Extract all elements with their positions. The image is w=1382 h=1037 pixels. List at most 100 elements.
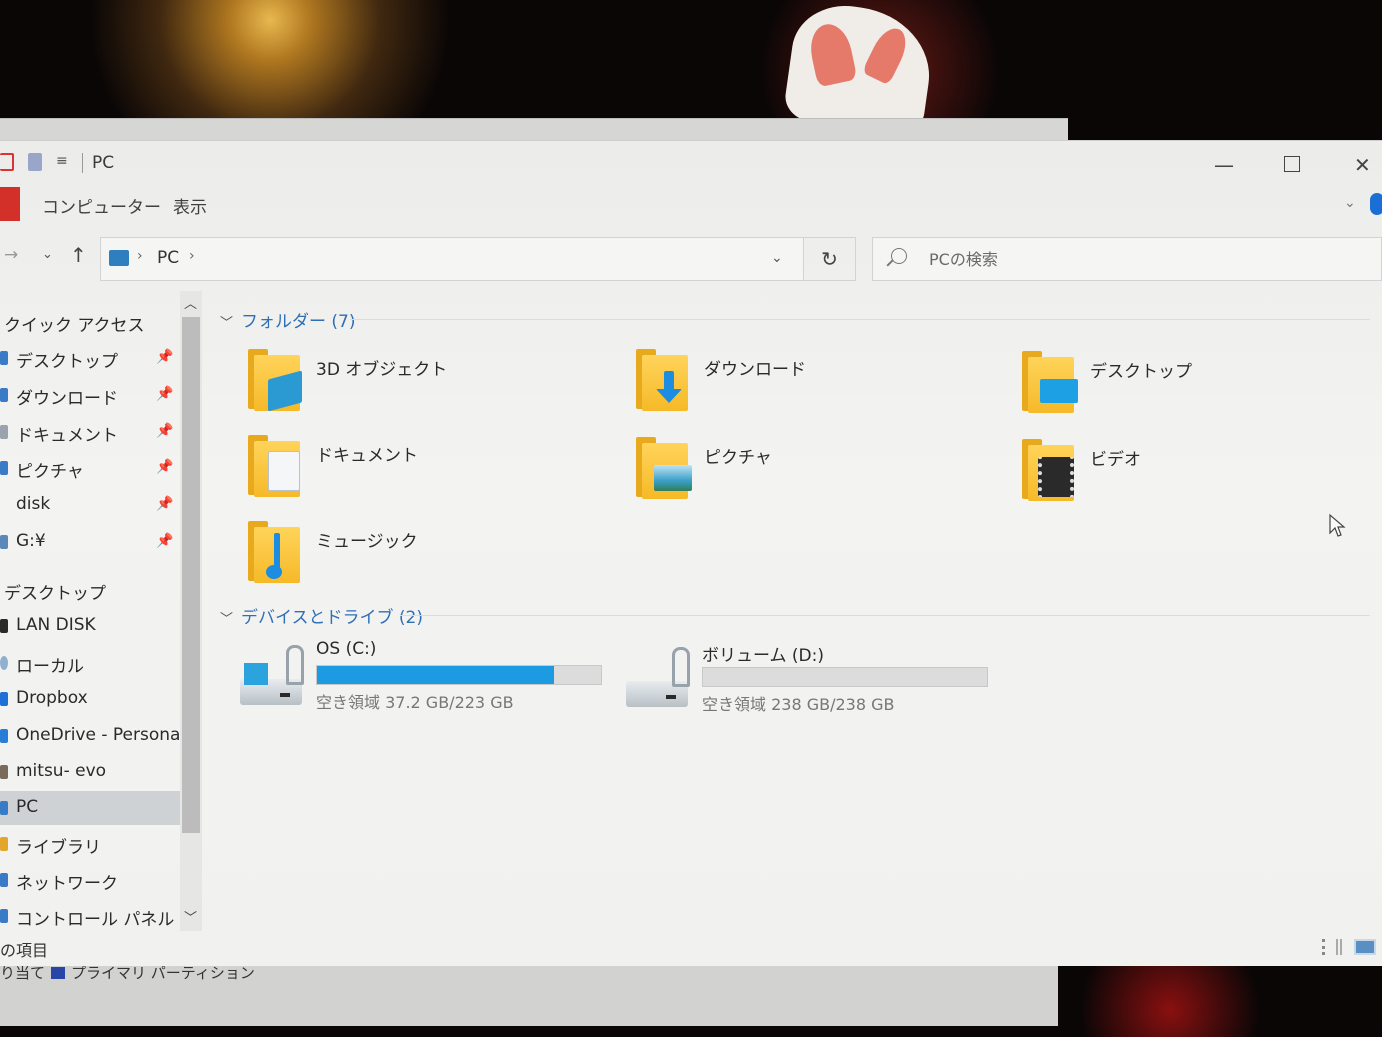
sidebar-item-pc[interactable]: PC xyxy=(0,791,180,825)
sidebar-item-local[interactable]: ローカル xyxy=(0,646,180,680)
sidebar-item-pictures[interactable]: ピクチャ 📌 xyxy=(0,451,180,485)
drive-free-space: 空き領域 37.2 GB/223 GB xyxy=(316,693,514,712)
status-item-count: の項目 xyxy=(0,941,49,960)
control-panel-icon xyxy=(0,909,8,923)
nas-icon xyxy=(0,619,8,633)
sidebar-item-label: ライブラリ xyxy=(16,838,101,858)
ribbon-expand-chevron-icon[interactable]: ⌄ xyxy=(1344,195,1356,211)
desktop-icon xyxy=(1022,349,1080,413)
sidebar-item-downloads[interactable]: ダウンロード 📌 xyxy=(0,378,180,412)
recent-locations-chevron-icon[interactable]: ⌄ xyxy=(42,247,53,262)
drive-free-space: 空き領域 238 GB/238 GB xyxy=(702,695,895,714)
search-box[interactable] xyxy=(872,237,1382,281)
sidebar-item-label: クイック アクセス xyxy=(4,316,145,336)
music-icon xyxy=(248,519,306,583)
folder-downloads[interactable]: ダウンロード xyxy=(636,347,1016,427)
tab-computer[interactable]: コンピューター xyxy=(42,193,161,218)
local-icon xyxy=(0,656,8,670)
pictures-icon xyxy=(636,435,694,499)
address-bar[interactable]: › PC › ⌄ xyxy=(100,237,804,281)
minimize-button[interactable]: — xyxy=(1214,155,1234,175)
hard-drive-windows-icon xyxy=(240,645,306,707)
sidebar-item-quick-access[interactable]: クイック アクセス xyxy=(0,305,180,339)
folder-label: ドキュメント xyxy=(316,446,418,466)
properties-icon[interactable] xyxy=(0,153,14,171)
details-view-icon[interactable] xyxy=(1322,939,1342,955)
drives-group-header[interactable]: ﹀ デバイスとドライブ (2) xyxy=(220,603,423,628)
folder-videos[interactable]: ビデオ xyxy=(1022,437,1382,517)
sidebar-item-lan-disk[interactable]: LAN DISK xyxy=(0,609,180,643)
sidebar-item-libraries[interactable]: ライブラリ xyxy=(0,827,180,861)
sidebar-item-desktop[interactable]: デスクトップ xyxy=(0,573,180,607)
ribbon: コンピューター 表示 ⌄ xyxy=(0,187,1382,227)
breadcrumb-chevron-icon[interactable]: › xyxy=(137,248,143,264)
hard-drive-icon xyxy=(626,647,692,709)
sidebar-item-label: LAN DISK xyxy=(16,615,96,635)
maximize-button[interactable] xyxy=(1284,155,1300,175)
sidebar-item-disk[interactable]: disk 📌 xyxy=(0,488,180,522)
refresh-button[interactable]: ↻ xyxy=(804,237,856,281)
navigation-bar: → ⌄ ↑ › PC › ⌄ ↻ xyxy=(0,231,1382,285)
drive-c[interactable]: OS (C:) 空き領域 37.2 GB/223 GB xyxy=(240,639,620,719)
scroll-up-chevron-icon[interactable]: ︿ xyxy=(184,293,197,312)
navigation-scrollbar[interactable]: ︿ ﹀ xyxy=(180,291,202,931)
sidebar-item-g-drive[interactable]: G:¥ 📌 xyxy=(0,525,180,559)
sidebar-item-label: G:¥ xyxy=(16,531,46,551)
new-folder-icon[interactable] xyxy=(28,153,42,171)
user-icon xyxy=(0,765,8,779)
drive-usage-bar xyxy=(316,665,602,685)
close-button[interactable]: ✕ xyxy=(1354,155,1371,175)
3d-objects-icon xyxy=(248,347,306,412)
drive-d[interactable]: ボリューム (D:) 空き領域 238 GB/238 GB xyxy=(626,641,1006,721)
window-title: PC xyxy=(92,153,115,173)
folder-3d-objects[interactable]: 3D オブジェクト xyxy=(248,347,628,427)
sidebar-item-label: ドキュメント xyxy=(16,426,118,446)
folder-music[interactable]: ミュージック xyxy=(248,519,628,599)
sidebar-item-label: デスクトップ xyxy=(16,352,118,372)
forward-arrow-icon[interactable]: → xyxy=(4,245,18,265)
folder-documents[interactable]: ドキュメント xyxy=(248,433,628,513)
pin-icon: 📌 xyxy=(156,349,174,365)
desktop-icon xyxy=(0,351,8,365)
sidebar-item-label: ピクチャ xyxy=(16,462,84,482)
sidebar-item-user[interactable]: mitsu- evo xyxy=(0,755,180,789)
help-icon[interactable] xyxy=(1370,193,1382,215)
sidebar-item-documents[interactable]: ドキュメント 📌 xyxy=(0,415,180,449)
sidebar-item-control-panel[interactable]: コントロール パネル xyxy=(0,899,180,933)
group-divider xyxy=(400,615,1370,616)
sidebar-item-dropbox[interactable]: Dropbox xyxy=(0,682,180,716)
sidebar-item-label: Dropbox xyxy=(16,688,88,708)
pc-icon xyxy=(109,250,129,266)
content-pane: ﹀ フォルダー (7) 3D オブジェクト ダウンロード デスクトップ ドキュメ… xyxy=(210,291,1382,941)
sidebar-item-desktop-pinned[interactable]: デスクトップ 📌 xyxy=(0,341,180,375)
sidebar-item-label: ネットワーク xyxy=(16,874,118,894)
folders-group-header[interactable]: ﹀ フォルダー (7) xyxy=(220,307,356,332)
sidebar-item-label: コントロール パネル xyxy=(16,910,175,930)
folder-pictures[interactable]: ピクチャ xyxy=(636,435,1016,515)
up-arrow-icon[interactable]: ↑ xyxy=(70,243,87,267)
pin-icon: 📌 xyxy=(156,459,174,475)
breadcrumb-pc[interactable]: PC xyxy=(157,248,179,268)
sidebar-item-label: デスクトップ xyxy=(4,584,106,604)
scroll-down-chevron-icon[interactable]: ﹀ xyxy=(184,907,197,926)
breadcrumb-chevron-icon[interactable]: › xyxy=(189,248,195,264)
onedrive-icon xyxy=(0,729,8,743)
status-bar: の項目 xyxy=(0,933,1382,965)
collapse-chevron-icon: ﹀ xyxy=(220,316,234,331)
customize-quick-access-icon[interactable]: ≡ xyxy=(56,153,68,169)
sidebar-item-network[interactable]: ネットワーク xyxy=(0,863,180,897)
address-dropdown-chevron-icon[interactable]: ⌄ xyxy=(771,250,783,266)
search-input[interactable] xyxy=(929,246,1349,272)
sidebar-item-label: ダウンロード xyxy=(16,389,118,409)
folder-desktop[interactable]: デスクトップ xyxy=(1022,349,1382,429)
sidebar-item-label: disk xyxy=(16,494,51,514)
tab-view[interactable]: 表示 xyxy=(173,193,207,218)
large-icons-view-icon[interactable] xyxy=(1354,939,1376,955)
file-tab[interactable] xyxy=(0,187,20,221)
scrollbar-thumb[interactable] xyxy=(182,317,200,833)
group-header-label: デバイスとドライブ (2) xyxy=(241,608,423,628)
folder-label: 3D オブジェクト xyxy=(316,360,448,380)
drive-usage-fill xyxy=(317,666,554,684)
group-header-label: フォルダー (7) xyxy=(241,312,356,332)
sidebar-item-onedrive[interactable]: OneDrive - Personal xyxy=(0,719,185,753)
